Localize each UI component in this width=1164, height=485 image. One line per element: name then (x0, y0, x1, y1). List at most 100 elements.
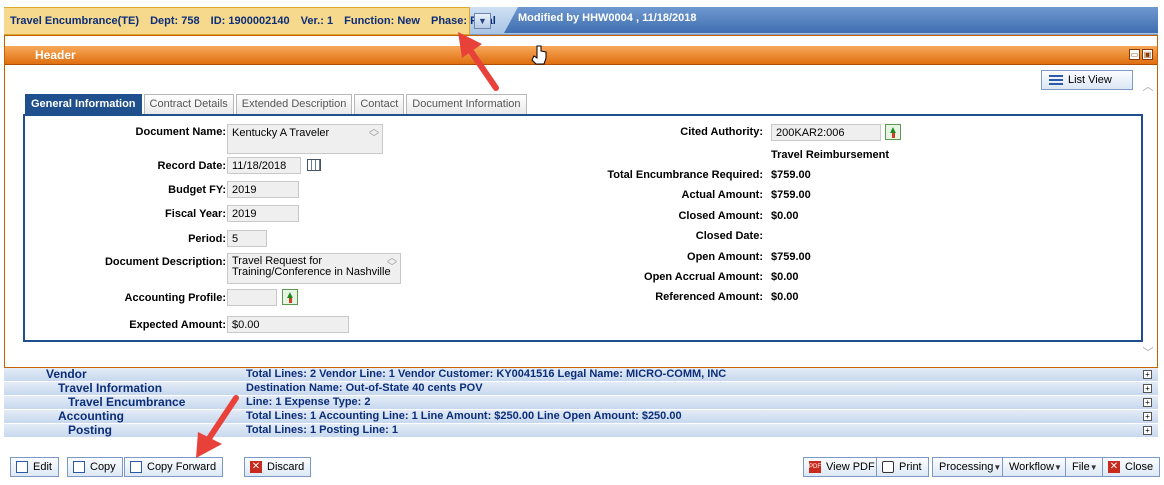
bottom-toolbar: Edit Copy Copy Forward ✕ Discard PDF View … (4, 438, 1161, 482)
section-travel-encumbrance[interactable]: Travel Encumbrance Line: 1 Expense Type:… (4, 396, 1158, 410)
minimize-icon[interactable]: ▭ (1129, 49, 1140, 60)
referenced-amount-value: $0.00 (771, 291, 799, 303)
chevron-down-icon: ▼ (1054, 463, 1062, 472)
document-info-dropdown-button[interactable]: ▼ (474, 13, 491, 29)
actual-amount-value: $759.00 (771, 189, 811, 201)
section-travel-encumbrance-title: Travel Encumbrance (68, 395, 186, 409)
view-pdf-label: View PDF (826, 461, 875, 473)
phase-label: Phase: (431, 15, 468, 27)
section-accounting-title: Accounting (58, 409, 124, 423)
function-value: New (397, 15, 420, 27)
header-tabs: General Information Contract Details Ext… (25, 94, 529, 114)
expand-icon[interactable]: + (1143, 384, 1152, 393)
scroll-down-icon[interactable]: ﹀ (1141, 344, 1155, 360)
collapsed-sections: Vendor Total Lines: 2 Vendor Line: 1 Ven… (4, 368, 1158, 438)
section-posting-summary: Total Lines: 1 Posting Line: 1 (246, 424, 398, 436)
tab-general-information[interactable]: General Information (25, 94, 142, 114)
processing-label: Processing (939, 461, 994, 473)
document-name-label: Document Name: (135, 126, 226, 138)
section-travel-encumbrance-summary: Line: 1 Expense Type: 2 (246, 396, 371, 408)
pick-list-icon[interactable] (282, 289, 298, 305)
document-description-label: Document Description: (104, 256, 226, 268)
expand-icon[interactable]: + (1143, 398, 1152, 407)
section-vendor[interactable]: Vendor Total Lines: 2 Vendor Line: 1 Ven… (4, 368, 1158, 382)
processing-menu-button[interactable]: Processing▼ (932, 457, 1009, 477)
pick-list-icon[interactable] (885, 124, 901, 140)
copy-forward-button[interactable]: Copy Forward (124, 457, 224, 477)
dept-value: 758 (181, 15, 200, 27)
view-pdf-button[interactable]: PDF View PDF (803, 457, 882, 477)
textarea-scroll-icon[interactable]: ︿ ﹀ (387, 254, 397, 273)
expand-icon[interactable]: + (1143, 426, 1152, 435)
maximize-icon[interactable]: ▣ (1142, 49, 1153, 60)
copy-icon (73, 461, 85, 473)
expand-icon[interactable]: + (1143, 412, 1152, 421)
open-accrual-amount-label: Open Accrual Amount: (644, 271, 763, 283)
section-posting[interactable]: Posting Total Lines: 1 Posting Line: 1 + (4, 424, 1158, 438)
close-button[interactable]: ✕ Close (1102, 457, 1161, 477)
print-button[interactable]: Print (876, 457, 929, 477)
section-accounting-summary: Total Lines: 1 Accounting Line: 1 Line A… (246, 410, 682, 422)
record-date-field[interactable]: 11/18/2018 (227, 157, 301, 174)
section-posting-title: Posting (68, 423, 112, 437)
record-date-label: Record Date: (157, 160, 226, 172)
list-view-button[interactable]: List View (1041, 70, 1133, 90)
file-menu-button[interactable]: File▼ (1065, 457, 1105, 477)
ver-value: 1 (326, 15, 334, 27)
workflow-menu-button[interactable]: Workflow▼ (1002, 457, 1069, 477)
cited-authority-label: Cited Authority: (680, 126, 763, 138)
tab-contact[interactable]: Contact (354, 94, 405, 114)
close-label: Close (1125, 461, 1154, 473)
document-description-field[interactable]: Travel Request for Training/Conference i… (227, 253, 401, 284)
list-view-label: List View (1068, 74, 1112, 86)
open-amount-label: Open Amount: (687, 251, 763, 263)
print-label: Print (899, 461, 922, 473)
tab-document-information[interactable]: Document Information (406, 94, 527, 114)
accounting-profile-field[interactable] (227, 289, 277, 306)
period-field[interactable]: 5 (227, 230, 267, 247)
edit-button[interactable]: Edit (10, 457, 59, 477)
chevron-down-icon: ▼ (1089, 463, 1098, 472)
id-value: 1900002140 (228, 15, 290, 27)
copy-forward-icon (130, 461, 142, 473)
printer-icon (882, 461, 894, 473)
closed-date-label: Closed Date: (695, 230, 763, 242)
expected-amount-field[interactable]: $0.00 (227, 316, 349, 333)
tab-contract-details[interactable]: Contract Details (143, 94, 234, 114)
discard-button[interactable]: ✕ Discard (244, 457, 312, 477)
document-name-field[interactable]: Kentucky A Traveler ︿ ﹀ (227, 124, 383, 154)
fiscal-year-field[interactable]: 2019 (227, 205, 299, 222)
cited-authority-field[interactable]: 200KAR2:006 (771, 124, 881, 141)
open-accrual-amount-value: $0.00 (771, 271, 799, 283)
copy-button[interactable]: Copy (67, 457, 123, 477)
header-frame: Header ▭ ▣ List View ︿ ﹀ General Informa… (4, 35, 1158, 368)
dept-label: Dept: (150, 15, 179, 27)
accounting-profile-label: Accounting Profile: (124, 292, 226, 304)
textarea-scroll-icon[interactable]: ︿ ﹀ (369, 125, 379, 144)
header-section-bar[interactable]: Header ▭ ▣ (5, 46, 1157, 65)
chevron-down-icon: ▼ (993, 463, 1002, 472)
document-description-line-2: Training/Conference in Nashville (232, 266, 391, 278)
document-name-value: Kentucky A Traveler (232, 127, 330, 139)
copy-label: Copy (90, 461, 116, 473)
calendar-icon[interactable] (307, 159, 321, 171)
workflow-label: Workflow (1009, 461, 1055, 473)
expand-icon[interactable]: + (1143, 370, 1152, 379)
header-vertical-scrollbar[interactable]: ︿ ﹀ (1141, 70, 1155, 360)
close-icon: ✕ (1108, 461, 1120, 473)
general-information-panel: Document Name: Kentucky A Traveler ︿ ﹀ Re… (23, 114, 1143, 342)
modified-by-banner: Modified by HHW0004 , 11/18/2018 (504, 7, 1158, 33)
header-section-title: Header (35, 48, 76, 62)
copy-forward-label: Copy Forward (147, 461, 217, 473)
section-travel-information[interactable]: Travel Information Destination Name: Out… (4, 382, 1158, 396)
ver-label: Ver.: (300, 15, 324, 27)
section-accounting[interactable]: Accounting Total Lines: 1 Accounting Lin… (4, 410, 1158, 424)
scroll-up-icon[interactable]: ︿ (1141, 78, 1155, 94)
actual-amount-label: Actual Amount: (681, 189, 763, 201)
file-label: File (1072, 461, 1090, 473)
edit-icon (16, 461, 28, 473)
closed-amount-value: $0.00 (771, 210, 799, 222)
section-travel-information-summary: Destination Name: Out-of-State 40 cents … (246, 382, 483, 394)
tab-extended-description[interactable]: Extended Description (235, 94, 353, 114)
budget-fy-field[interactable]: 2019 (227, 181, 299, 198)
